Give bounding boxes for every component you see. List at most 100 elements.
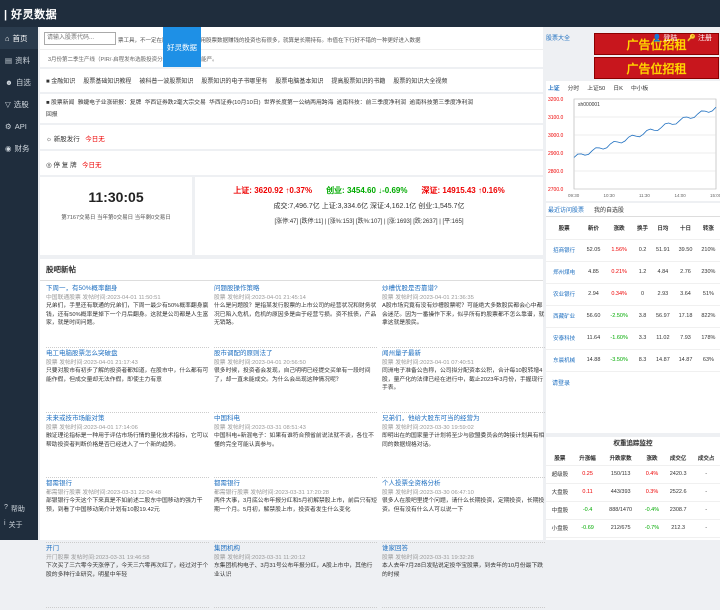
login-prompt[interactable]: 请登录 <box>546 372 720 393</box>
sidebar-item-data[interactable]: ▤ 资料 <box>0 49 38 71</box>
forum-post[interactable]: 未来或技市场能对策 股票 发帖时间:2023-04-01 17:14:06 融证理论… <box>46 413 209 478</box>
forum-post[interactable]: 都需银行 都需银行股票 发帖时间:2023-03-31 22:04:48 部银银行今… <box>46 478 209 543</box>
table-cell: -3.50% <box>604 349 634 372</box>
news-link[interactable]: 逾南科技：前三季度净利润 <box>337 100 407 106</box>
news-link[interactable]: 逾南科技第三季度净利润 <box>409 100 473 106</box>
nav-data-button[interactable]: 好灵数据 <box>163 27 201 67</box>
new-stock-label: 新股发行 <box>53 136 80 143</box>
table-cell: 2.94 <box>582 283 605 306</box>
table-cell: 230% <box>696 261 720 284</box>
table-row[interactable]: 西藏矿业 56.60 -2.50% 3.8 56.97 17.18 822% <box>546 305 720 328</box>
forum-post[interactable]: 电工电脑股票怎么突破盘 股票 发帖时间:2023-04-01 21:17:43 只要… <box>46 348 209 413</box>
post-title[interactable]: 中国科电 <box>214 415 377 424</box>
post-title[interactable]: 炒槽优股是否靠谱? <box>382 285 545 294</box>
news-head-label: 股票新闻 <box>51 100 75 106</box>
main-content: 票工具，不一定在股票上亏钱，在用股票数据赚钱的投资也有很多，就算是长期持有。市值… <box>40 27 545 608</box>
post-title[interactable]: 未来或技市场能对策 <box>46 415 209 424</box>
column-header[interactable]: 涨跌 <box>604 217 634 240</box>
table-cell: 0 <box>633 283 652 306</box>
link-item[interactable]: 股票基础知识教程 <box>83 76 131 85</box>
forum-post[interactable]: 开门 开门股票 发帖时间:2023-03-31 19:46:58 下次买了三六零今天… <box>46 543 209 608</box>
about-link[interactable]: i 关于 <box>0 520 38 530</box>
link-item[interactable]: 提高股票知识的书籍 <box>331 76 385 85</box>
post-title[interactable]: 开门 <box>46 545 209 554</box>
post-title[interactable]: 电工电脑股票怎么突破盘 <box>46 350 209 359</box>
chart-tab[interactable]: 分时 <box>568 83 580 92</box>
search-input[interactable] <box>44 31 116 45</box>
column-header[interactable]: 十日 <box>674 217 697 240</box>
index-line-chart[interactable]: 3200.0 3100.0 3000.0 2900.0 2800.0 2700.0 sh00… <box>546 93 720 199</box>
post-title[interactable]: 股市调配的原则法了 <box>214 350 377 359</box>
forum-post[interactable]: 中国科电 股票 发帖时间:2023-03-31 08:51:43 中国科电+新混电子… <box>214 413 377 478</box>
link-item[interactable]: ■ 金融知识 <box>46 76 75 85</box>
post-title[interactable]: 谁家回答 <box>382 545 545 554</box>
table-cell: 11.02 <box>651 327 675 350</box>
register-link[interactable]: 🔑 注册 <box>687 33 712 43</box>
forum-post[interactable]: 问题股操作策略 股票 发帖时间:2023-04-01 21:45:14 什么是问题股… <box>214 283 377 348</box>
index-chinext[interactable]: 创业: 3454.60 ↓-0.69% <box>326 185 407 196</box>
column-header[interactable]: 日均 <box>651 217 675 240</box>
chart-tick-label: 3200.0 <box>548 97 564 103</box>
sidebar-item-home[interactable]: ⌂ 首页 <box>0 27 38 49</box>
post-title[interactable]: 都需银行 <box>214 480 377 489</box>
column-header[interactable]: 股票 <box>546 217 583 240</box>
sidebar-item-watchlist[interactable]: ☻ 自选 <box>0 71 38 93</box>
forum-post[interactable]: 个人投票全资格分析 股票 发帖时间:2023-03-30 06:47:10 很多人在… <box>382 478 545 543</box>
forum-post[interactable]: 都需银行 都需银行股票 发帖时间:2023-03-31 17:20:28 两件大事，… <box>214 478 377 543</box>
help-link[interactable]: ? 帮助 <box>0 504 38 514</box>
chart-tab[interactable]: 上证 <box>548 83 560 92</box>
table-cell: 招商银行 <box>546 239 583 262</box>
forum-post[interactable]: 集团机构 股票 发帖时间:2023-03-31 11:20:12 东集团机构电子、3… <box>214 543 377 608</box>
table-row[interactable]: 招商银行 52.05 1.56% 0.2 51.91 39.50 210% <box>546 239 720 262</box>
post-title[interactable]: 问题股操作策略 <box>214 285 377 294</box>
forum-post[interactable]: 下周一，有50%概率翻身 中国联通股票 发帖时间:2023-04-01 11:50… <box>46 283 209 348</box>
sidebar-item-api[interactable]: ⚙ API <box>0 115 38 137</box>
post-title[interactable]: 个人投票全资格分析 <box>382 480 545 489</box>
table-cell: 2.93 <box>651 283 675 306</box>
link-item[interactable]: 股票的知识大全视频 <box>393 76 447 85</box>
table-row[interactable]: 农业银行 2.94 0.34% 0 2.93 3.64 51% <box>546 283 720 306</box>
column-header[interactable]: 换手 <box>633 217 652 240</box>
column-header: 股票 <box>546 451 574 466</box>
forum-post[interactable]: 谁家回答 股票 发帖时间:2023-03-31 19:32:28 本人去年7月28日… <box>382 543 545 608</box>
stock-directory-link[interactable]: 股票大全 <box>546 27 591 42</box>
link-item[interactable]: 被科普一波股票知识 <box>139 76 193 85</box>
post-title[interactable]: 下周一，有50%概率翻身 <box>46 285 209 294</box>
link-item[interactable]: 股票知识的电子书哪里有 <box>201 76 267 85</box>
table-row: 中盘股 -0.4 888/1470 -0.4% 2308.7- <box>546 501 720 520</box>
link-item[interactable]: 股票电脑基本知识 <box>275 76 323 85</box>
news-link[interactable]: 雅婕电子业涨研报：复牌 <box>78 100 142 106</box>
chart-tab[interactable]: 日K <box>613 83 623 92</box>
forum-post[interactable]: 兄弟们，他给大股东可当的经营为 股票 发帖时间:2023-03-30 19:59:… <box>382 413 545 478</box>
index-shanghai[interactable]: 上证: 3620.92 ↑0.37% <box>233 185 312 196</box>
forum-post[interactable]: 炒槽优股是否靠谱? 股票 发帖时间:2023-04-01 21:36:35 A股市场… <box>382 283 545 348</box>
news-link[interactable]: 华西证券(10月10日) <box>209 100 261 106</box>
table-cell: -0.7% <box>639 519 665 538</box>
table-row[interactable]: 东晨机械 14.88 -3.50% 8.3 14.87 14.87 63% <box>546 349 720 372</box>
login-link[interactable]: 👤 登陆 <box>653 33 678 43</box>
forum-post[interactable]: 闻州量子最新 股票 发帖时间:2023-04-01 07:40:51 同洲电子准备公… <box>382 348 545 413</box>
brand-logo[interactable]: | 好灵数据 <box>4 6 57 22</box>
forum-post[interactable]: 股市调配的原则法了 股票 发帖时间:2023-04-01 20:56:50 很多时候… <box>214 348 377 413</box>
chart-tab[interactable]: 中小板 <box>631 83 648 92</box>
post-title[interactable]: 兄弟们，他给大股东可当的经营为 <box>382 415 545 424</box>
tab-recent[interactable]: 最近访问股票 <box>548 205 584 214</box>
table-cell: 51.91 <box>651 239 675 262</box>
sidebar-item-screener[interactable]: ▽ 选股 <box>0 93 38 115</box>
post-title[interactable]: 闻州量子最新 <box>382 350 545 359</box>
table-cell: 1.2 <box>633 261 652 284</box>
table-row[interactable]: 安泰科技 11.64 -1.60% 3.3 11.02 7.93 178% <box>546 327 720 350</box>
post-title[interactable]: 都需银行 <box>46 480 209 489</box>
index-shenzhen[interactable]: 深证: 14915.43 ↑0.16% <box>421 185 504 196</box>
news-link[interactable]: 世界长度第一公纳两用跨海 <box>264 100 334 106</box>
news-link[interactable]: 华西证券跌2毫大宗交易 <box>145 100 206 106</box>
tab-favorites[interactable]: 我的自选股 <box>594 205 624 214</box>
news-link[interactable]: 回报 <box>46 112 58 118</box>
table-row[interactable]: 郑州煤电 4.85 0.21% 1.2 4.84 2.76 230% <box>546 261 720 284</box>
post-title[interactable]: 集团机构 <box>214 545 377 554</box>
column-header[interactable]: 转涨 <box>696 217 720 240</box>
column-header[interactable]: 新价 <box>582 217 605 240</box>
ad-banner[interactable]: 广告位招租 <box>594 57 719 79</box>
sidebar-item-finance[interactable]: ◉ 财务 <box>0 137 38 159</box>
chart-tab[interactable]: 上证50 <box>587 83 605 92</box>
